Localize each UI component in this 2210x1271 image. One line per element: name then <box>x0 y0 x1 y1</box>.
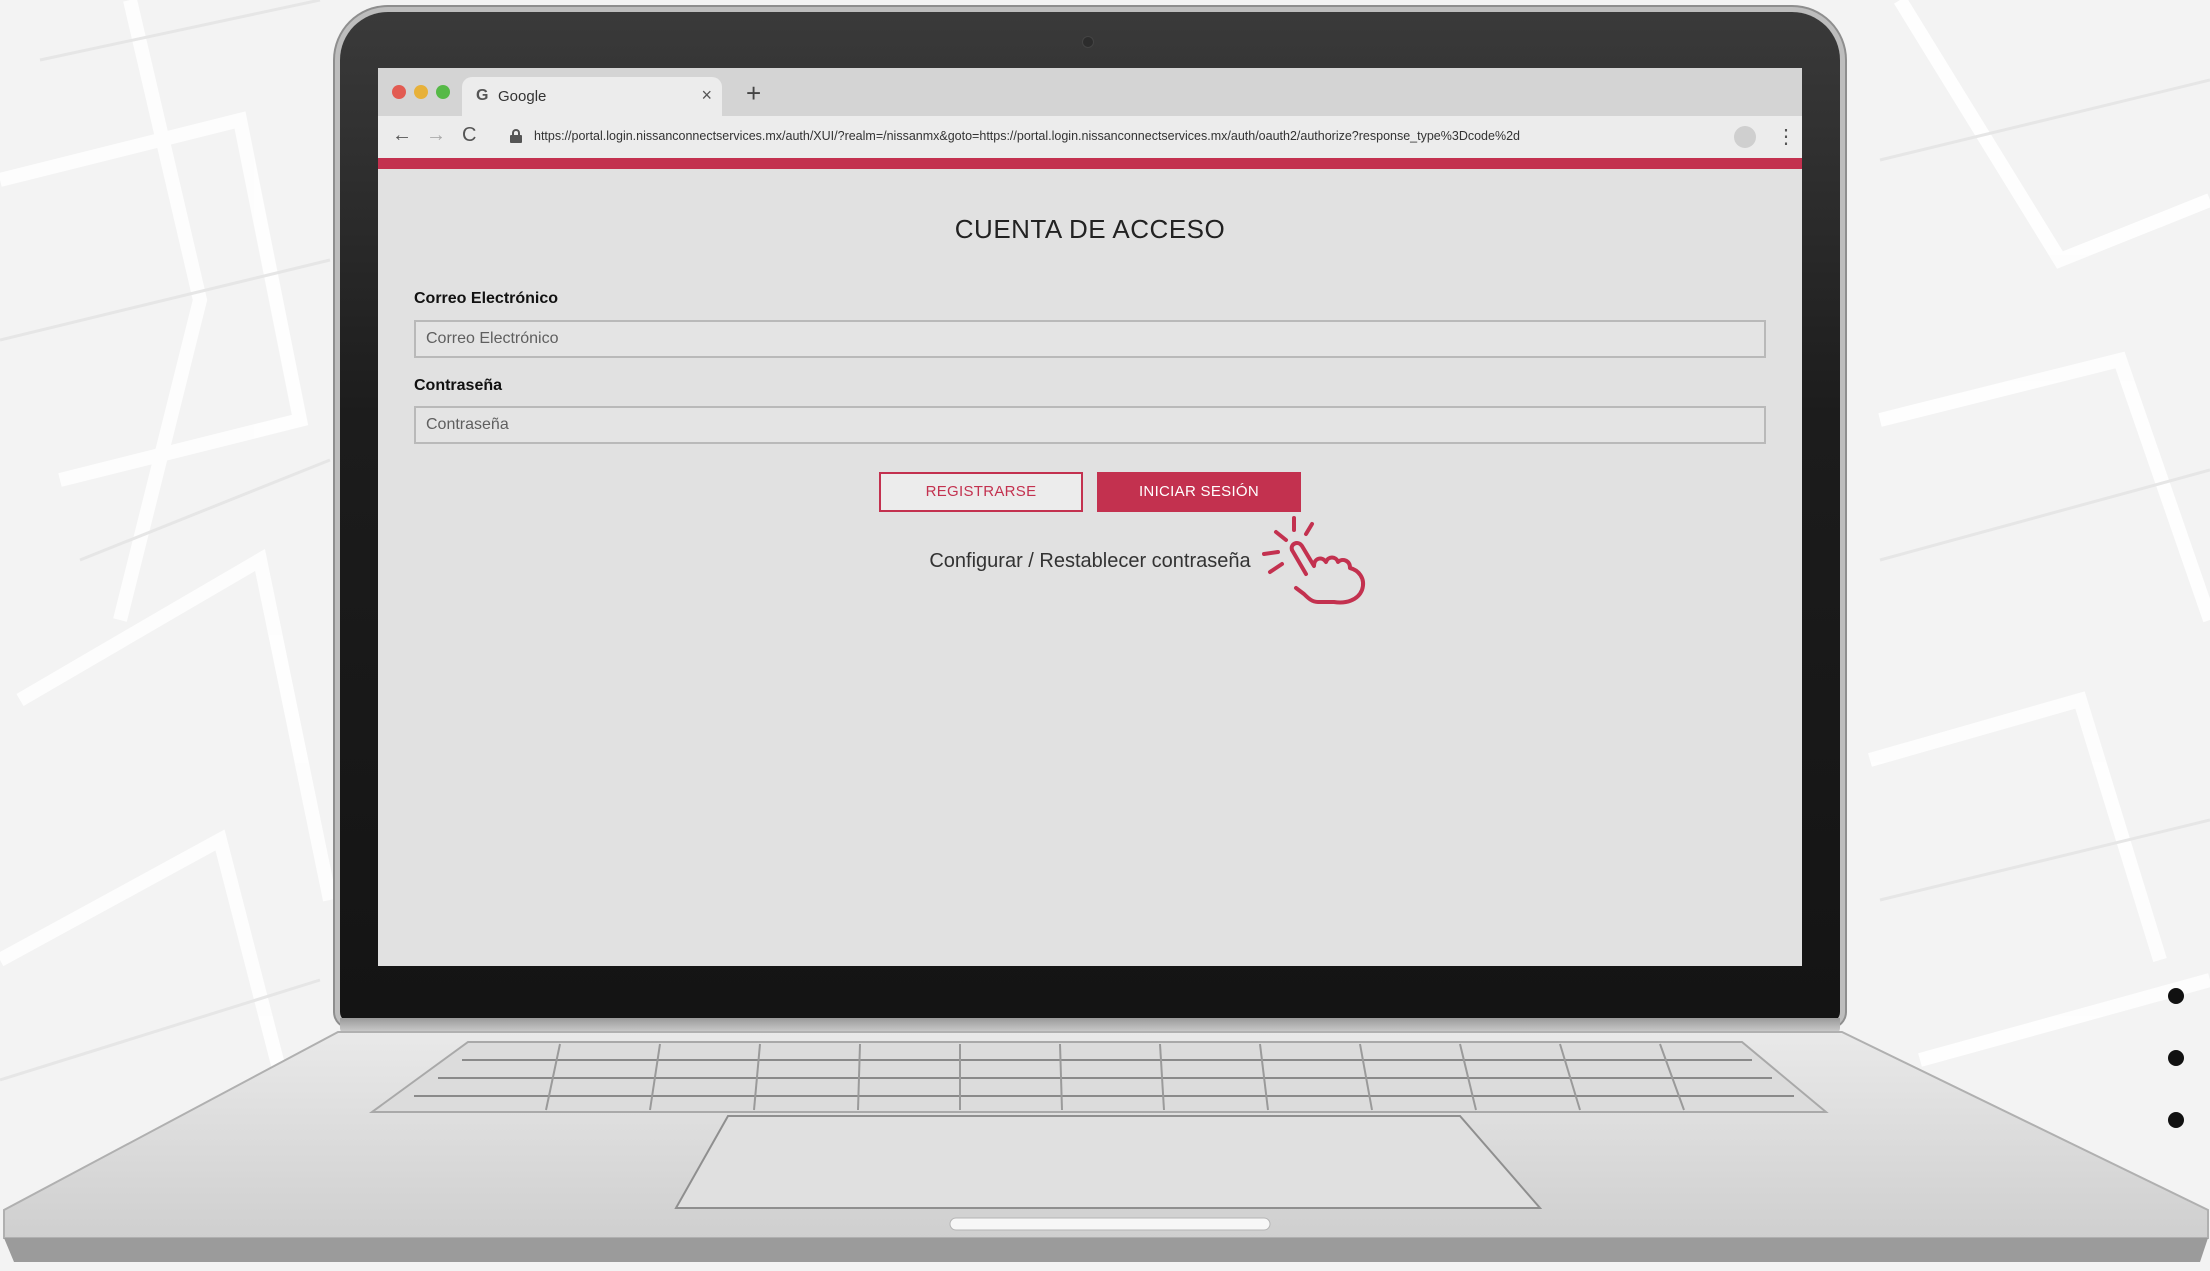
tab-title: Google <box>498 88 547 105</box>
pointing-hand-icon <box>1262 516 1365 605</box>
browser-tab-bar: G Google × + <box>378 68 1802 116</box>
browser-menu-icon[interactable]: ⋮ <box>1776 124 1796 149</box>
browser-tab[interactable]: G Google × <box>462 77 722 116</box>
reset-password-link[interactable]: Configurar / Restablecer contraseña <box>378 550 1802 573</box>
pagination-dot[interactable] <box>2168 1050 2184 1066</box>
email-label: Correo Electrónico <box>414 290 559 307</box>
accent-bar <box>378 158 1802 169</box>
lock-icon <box>510 129 522 143</box>
address-bar[interactable]: https://portal.login.nissanconnectservic… <box>534 129 1714 143</box>
window-close-icon[interactable] <box>392 85 406 99</box>
reload-icon[interactable]: C <box>462 124 476 147</box>
laptop-base <box>3 1031 2209 1262</box>
tab-close-icon[interactable]: × <box>701 85 712 106</box>
password-label: Contraseña <box>414 377 503 394</box>
pagination-dot[interactable] <box>2168 1112 2184 1128</box>
laptop-screen: G Google × + ← → C https://portal.login.… <box>378 68 1802 966</box>
email-field[interactable] <box>414 320 1766 358</box>
password-field[interactable] <box>414 406 1766 444</box>
browser-toolbar: ← → C https://portal.login.nissanconnect… <box>378 116 1802 158</box>
register-button[interactable]: REGISTRARSE <box>879 472 1083 512</box>
back-arrow-icon[interactable]: ← <box>392 124 412 147</box>
window-maximize-icon[interactable] <box>436 85 450 99</box>
page-title: CUENTA DE ACCESO <box>954 214 1226 244</box>
login-button[interactable]: INICIAR SESIÓN <box>1097 472 1301 512</box>
google-favicon-icon: G <box>476 87 489 104</box>
pagination-dot[interactable] <box>2168 988 2184 1004</box>
window-minimize-icon[interactable] <box>414 85 428 99</box>
forward-arrow-icon[interactable]: → <box>426 124 446 147</box>
webcam-icon <box>1082 36 1094 48</box>
profile-avatar-icon[interactable] <box>1734 126 1756 148</box>
new-tab-icon[interactable]: + <box>746 78 761 109</box>
